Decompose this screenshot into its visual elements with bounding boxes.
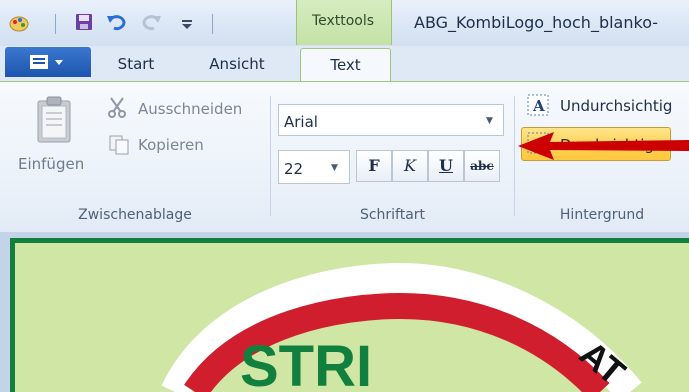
opaque-button[interactable]: Undurchsichtig	[560, 97, 672, 115]
strikethrough-button[interactable]: abc	[464, 150, 500, 182]
context-group-label: Texttools	[311, 13, 375, 29]
font-family-value: Arial	[284, 113, 318, 131]
font-size-value: 22	[284, 160, 304, 178]
chevron-down-icon[interactable]: ▼	[331, 163, 338, 173]
customize-qat-icon[interactable]	[180, 12, 194, 32]
group-label-clipboard: Zwischenablage	[78, 207, 192, 223]
file-menu-button[interactable]	[5, 47, 91, 77]
italic-button[interactable]: K	[392, 150, 428, 182]
redo-icon[interactable]	[140, 12, 162, 32]
qat-separator	[212, 14, 213, 34]
pointer-arrow-icon	[518, 132, 689, 160]
document-title: ABG_KombiLogo_hoch_blanko-	[414, 13, 659, 32]
logo-arc-text: STRI	[240, 334, 372, 392]
chevron-down-icon[interactable]: ▼	[486, 116, 493, 126]
undo-icon[interactable]	[106, 12, 128, 32]
paste-icon[interactable]	[36, 96, 72, 144]
copy-button[interactable]: Kopieren	[138, 136, 204, 154]
bold-button[interactable]: F	[356, 150, 392, 182]
svg-text:A: A	[532, 97, 545, 115]
cut-button[interactable]: Ausschneiden	[138, 100, 242, 118]
opaque-background-icon: A	[527, 94, 549, 116]
file-menu-icon	[30, 55, 63, 69]
paste-button[interactable]: Einfügen	[18, 155, 84, 173]
scissors-icon	[108, 97, 126, 118]
save-icon[interactable]	[75, 13, 93, 31]
tab-ansicht[interactable]: Ansicht	[190, 55, 284, 73]
tab-start[interactable]: Start	[104, 55, 168, 73]
underline-button[interactable]: U	[428, 150, 464, 182]
paint-app-icon[interactable]	[9, 13, 29, 33]
group-label-background: Hintergrund	[559, 207, 645, 223]
copy-icon	[109, 135, 129, 155]
qat-separator	[55, 14, 56, 34]
group-label-font: Schriftart	[359, 207, 426, 223]
group-separator	[270, 96, 271, 216]
logo-image: STRI AT	[161, 262, 642, 392]
tab-text[interactable]: Text	[300, 48, 391, 83]
